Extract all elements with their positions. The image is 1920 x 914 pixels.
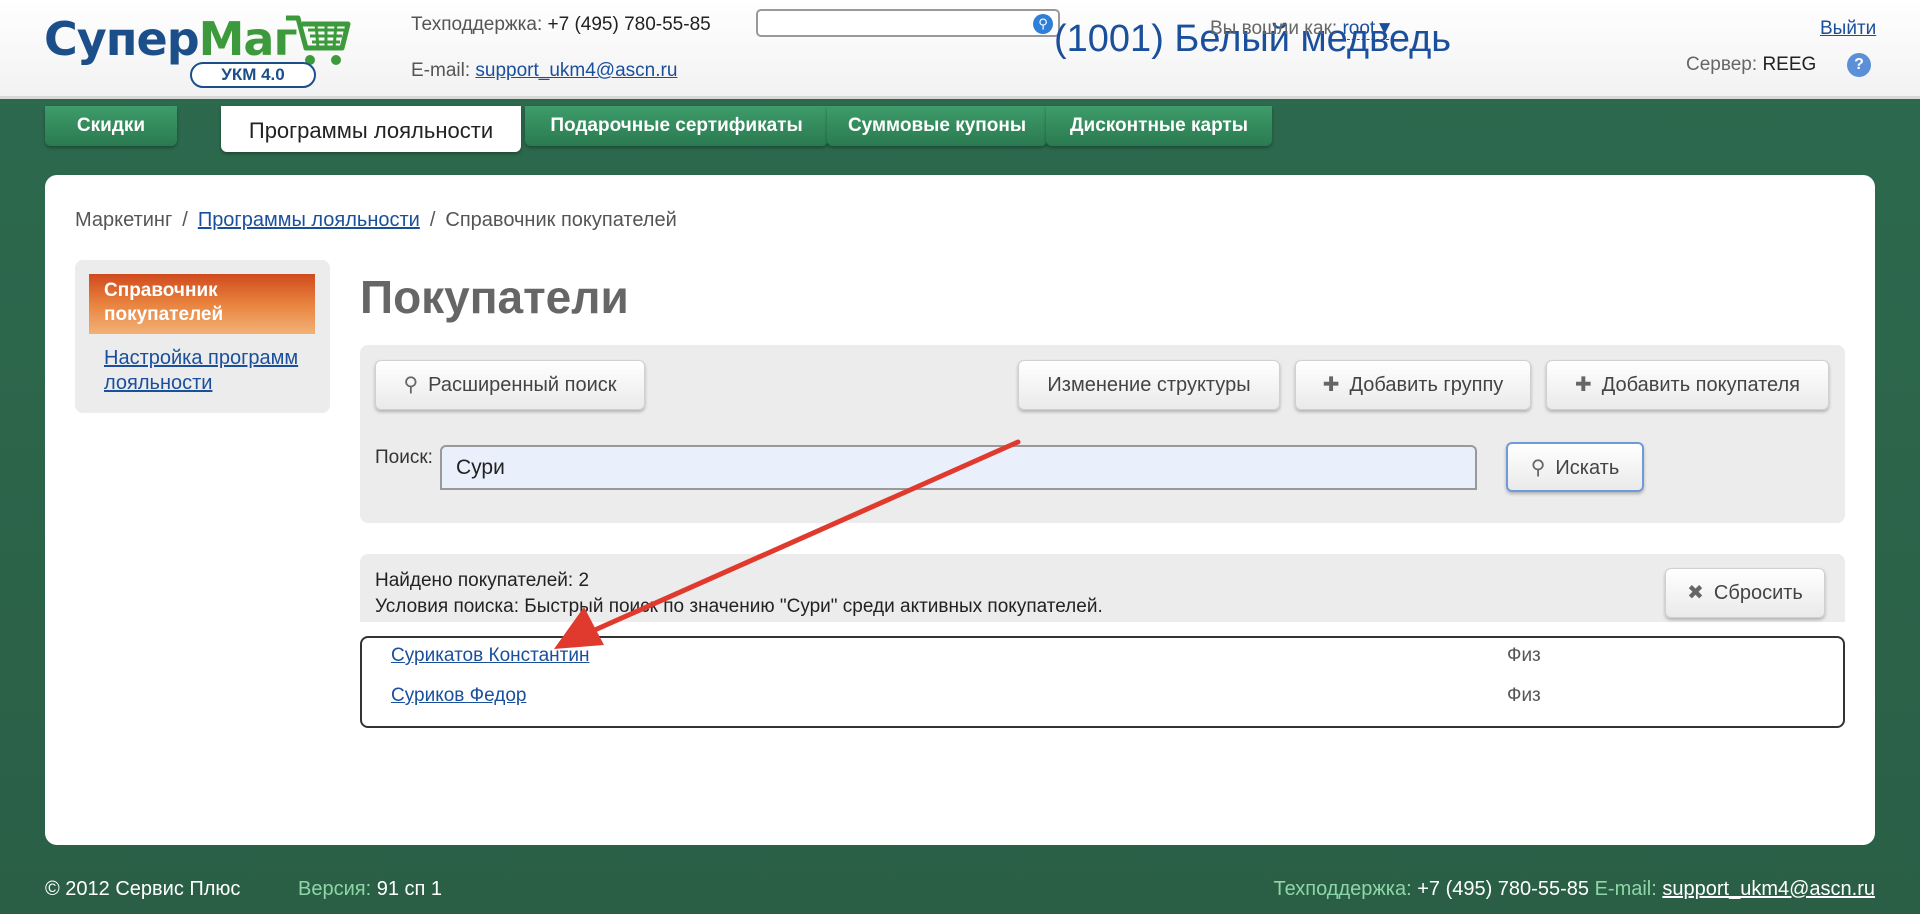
customer-link[interactable]: Суриков Федор xyxy=(391,685,526,707)
footer: © 2012 Сервис Плюс Версия: 91 сп 1 Техпо… xyxy=(0,870,1920,900)
sidebar-item-customers-directory[interactable]: Справочник покупателей xyxy=(89,274,315,334)
user-menu-dropdown[interactable]: root▼ xyxy=(1342,18,1394,40)
tab-discount-cards[interactable]: Дисконтные карты xyxy=(1046,106,1272,146)
search-label: Поиск: xyxy=(375,447,433,468)
footer-support: Техподдержка: +7 (495) 780-55-85 E-mail:… xyxy=(1273,878,1875,900)
main-panel: Маркетинг / Программы лояльности / Справочни… xyxy=(45,175,1875,845)
support-email-link[interactable]: support_ukm4@ascn.ru xyxy=(475,60,677,81)
change-structure-button[interactable]: Изменение структуры xyxy=(1018,360,1280,410)
tab-loyalty-programs[interactable]: Программы лояльности xyxy=(221,106,521,152)
breadcrumb-customers-directory: Справочник покупателей xyxy=(445,209,677,231)
close-icon: ✖ xyxy=(1687,582,1704,604)
search-button[interactable]: ⚲ Искать xyxy=(1506,442,1644,492)
help-icon[interactable]: ? xyxy=(1847,53,1871,77)
breadcrumb: Маркетинг / Программы лояльности / Справочни… xyxy=(75,209,677,231)
tab-gift-certificates[interactable]: Подарочные сертификаты xyxy=(525,106,828,146)
version-info: Версия: 91 сп 1 xyxy=(298,878,443,900)
search-icon: ⚲ xyxy=(1530,457,1546,479)
tab-sum-coupons[interactable]: Суммовые купоны xyxy=(827,106,1047,146)
customer-type: Физ xyxy=(1507,685,1541,706)
ukm-version-badge: УКМ 4.0 xyxy=(190,62,316,88)
reset-button[interactable]: ✖ Сбросить xyxy=(1665,568,1825,618)
search-icon: ⚲ xyxy=(403,374,419,396)
plus-icon: ✚ xyxy=(1574,374,1592,396)
page-title: Покупатели xyxy=(360,271,629,323)
list-item: Суриков Федор Физ xyxy=(362,678,1843,716)
advanced-search-button[interactable]: ⚲ Расширенный поиск xyxy=(375,360,645,410)
annotation-arrow-icon xyxy=(554,439,1021,649)
plus-icon: ✚ xyxy=(1322,374,1340,396)
logout-link[interactable]: Выйти xyxy=(1820,18,1876,40)
support-email: E-mail: support_ukm4@ascn.ru xyxy=(411,60,678,81)
breadcrumb-marketing: Маркетинг xyxy=(75,209,173,231)
add-group-button[interactable]: ✚ Добавить группу xyxy=(1295,360,1531,410)
header: СуперМаг УКМ 4.0 Техподдержка: +7 (495) … xyxy=(0,0,1920,99)
copyright: © 2012 Сервис Плюс xyxy=(45,878,241,900)
customer-type: Физ xyxy=(1507,645,1541,666)
support-phone: Техподдержка: +7 (495) 780-55-85 xyxy=(411,14,711,35)
server-info: Сервер: REEG xyxy=(1686,54,1817,75)
top-search-input[interactable]: ⚲ xyxy=(756,9,1060,37)
logo-text: СуперМаг xyxy=(44,12,298,66)
search-icon[interactable]: ⚲ xyxy=(1033,14,1053,34)
breadcrumb-loyalty-programs[interactable]: Программы лояльности xyxy=(198,209,420,231)
add-customer-button[interactable]: ✚ Добавить покупателя xyxy=(1546,360,1829,410)
footer-email-link[interactable]: support_ukm4@ascn.ru xyxy=(1662,878,1875,900)
sidebar-item-loyalty-settings[interactable]: Настройка программ лояльности xyxy=(104,346,324,396)
tab-discounts[interactable]: Скидки xyxy=(45,106,177,146)
sidebar: Справочник покупателей Настройка програм… xyxy=(75,260,330,413)
login-info: Вы вошли как: root▼ xyxy=(1210,18,1394,40)
supermag-logo[interactable]: СуперМаг УКМ 4.0 xyxy=(44,12,354,90)
